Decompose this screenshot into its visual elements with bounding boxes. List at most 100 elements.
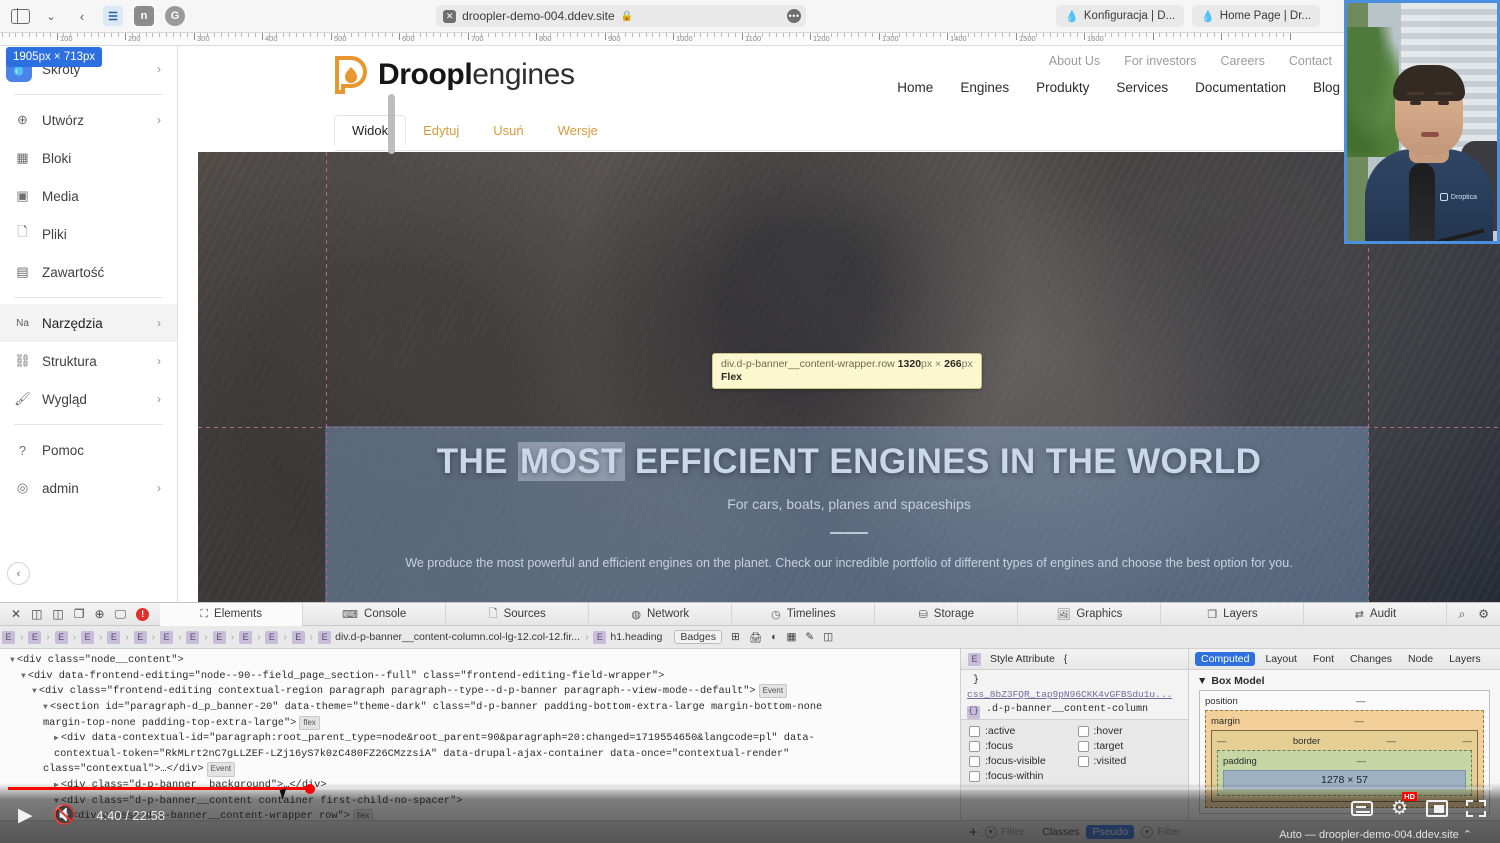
dom-node[interactable]: ▼ <div data-frontend-editing="node--90--f… <box>4 669 960 685</box>
captions-icon[interactable] <box>1350 801 1373 816</box>
chevron-down-icon[interactable]: ⌄ <box>40 7 62 25</box>
breadcrumb-current-div[interactable]: div.d-p-banner__content-column.col-lg-12… <box>335 631 580 643</box>
dom-node[interactable]: ▼ <div class="node__content"> <box>4 653 960 669</box>
utility-nav-item[interactable]: About Us <box>1049 54 1100 68</box>
layout-icon[interactable]: ⊞ <box>731 631 740 643</box>
tab-storage[interactable]: ⛁ Storage <box>875 602 1019 626</box>
checkbox-icon[interactable] <box>969 755 980 767</box>
tab-layers[interactable]: ❐ Layers <box>1161 602 1305 626</box>
tab-elements[interactable]: ⛶ Elements <box>160 602 304 626</box>
pencil-icon[interactable]: ✎ <box>805 631 814 643</box>
back-arrow-icon[interactable]: ‹ <box>71 7 93 25</box>
dock-left-icon[interactable]: ◫ <box>31 607 42 621</box>
disclosure-closed-icon[interactable]: ▶ <box>54 734 59 743</box>
sidebar-collapse-button[interactable]: ‹ <box>7 562 30 585</box>
event-badge[interactable]: Event <box>206 762 236 777</box>
reader-mode-icon[interactable]: ☰ <box>102 6 124 26</box>
checkbox-icon[interactable] <box>1077 725 1089 737</box>
sidebar-item-utworz[interactable]: ⊕ Utwórz › <box>0 101 177 139</box>
tab-font[interactable]: Font <box>1307 652 1340 666</box>
site-logo[interactable]: Drooplengines <box>334 56 575 94</box>
breadcrumb-node-icon[interactable]: E <box>133 630 147 644</box>
extension-2-icon[interactable]: G <box>164 6 186 26</box>
sidebar-item-pliki[interactable]: 🗋 Pliki <box>0 215 177 253</box>
breadcrumb-node-icon[interactable]: E <box>239 630 253 644</box>
sidebar-item-pomoc[interactable]: ? Pomoc <box>0 431 177 469</box>
utility-nav-item[interactable]: Contact <box>1289 54 1332 68</box>
disclosure-open-icon[interactable]: ▼ <box>43 703 48 712</box>
disclosure-open-icon[interactable]: ▼ <box>32 687 37 696</box>
checkbox-icon[interactable] <box>969 740 980 752</box>
tab-wersje[interactable]: Wersje <box>541 116 615 145</box>
breadcrumb-node-icon[interactable]: E <box>265 630 279 644</box>
error-badge[interactable]: ! <box>136 607 150 621</box>
pseudo-active[interactable]: :active <box>969 725 1072 737</box>
pseudo-visited[interactable]: :visited <box>1077 755 1181 767</box>
tab-sources[interactable]: 🗋 Sources <box>446 602 590 626</box>
tab-network[interactable]: ◍ Network <box>589 602 733 626</box>
tab-computed[interactable]: Computed <box>1195 652 1256 666</box>
checkbox-icon[interactable] <box>969 725 980 737</box>
breadcrumb-node-icon[interactable]: E <box>54 630 68 644</box>
grid-icon[interactable]: ▦ <box>787 631 797 643</box>
dom-node[interactable]: contextual-token="RkMLrt2nC7gLLZEF-LZj16… <box>4 747 960 763</box>
browser-tab[interactable]: 💧 Konfiguracja | D... <box>1056 5 1185 27</box>
panel-icon[interactable]: ◫ <box>823 631 833 643</box>
disclosure-open-icon[interactable]: ▼ <box>10 656 15 665</box>
checkbox-icon[interactable] <box>1077 740 1089 752</box>
tab-timelines[interactable]: ◷ Timelines <box>732 602 876 626</box>
checkbox-icon[interactable] <box>1077 755 1089 767</box>
tab-edytuj[interactable]: Edytuj <box>406 116 476 145</box>
nav-item-home[interactable]: Home <box>897 80 933 95</box>
sidebar-toggle-icon[interactable] <box>9 7 31 25</box>
sidebar-item-narzedzia[interactable]: Na Narzędzia › <box>0 304 177 342</box>
pseudo-focus-within[interactable]: :focus-within <box>969 770 1072 782</box>
tab-graphics[interactable]: 🖼 Graphics <box>1018 602 1162 626</box>
breadcrumb-node-icon[interactable]: E <box>212 630 226 644</box>
utility-nav-item[interactable]: For investors <box>1124 54 1196 68</box>
dom-node[interactable]: margin-top-none padding-top-extra-large"… <box>4 715 960 732</box>
dom-node[interactable]: class="contextual">…</div> Event <box>4 762 960 778</box>
fullscreen-icon[interactable] <box>1466 800 1486 817</box>
dock-undock-icon[interactable]: ❐ <box>74 607 85 621</box>
tab-console[interactable]: ⌨ Console <box>303 602 447 626</box>
gear-icon[interactable]: ⚙ HD <box>1391 792 1417 820</box>
css-source-link[interactable]: css_8bZ3FQR_tap9pN96CKK4vGFBSdu1u... <box>967 688 1182 702</box>
close-icon[interactable]: ✕ <box>11 607 21 621</box>
checkbox-icon[interactable] <box>969 770 980 782</box>
nav-item-blog[interactable]: Blog <box>1313 80 1340 95</box>
tab-usun[interactable]: Usuń <box>476 116 540 145</box>
sidebar-item-admin[interactable]: ◎ admin › <box>0 469 177 507</box>
dom-node[interactable]: ▼ <div class="frontend-editing contextual… <box>4 684 960 700</box>
breadcrumb-node-icon[interactable]: E <box>28 630 42 644</box>
rule-toggle-icon[interactable]: {} <box>967 705 980 719</box>
dock-right-icon[interactable]: ◫ <box>52 607 63 621</box>
browser-tab[interactable]: 💧 Home Page | Dr... <box>1192 5 1320 27</box>
disclosure-triangle-icon[interactable]: ▼ <box>1197 675 1207 687</box>
badges-button[interactable]: Badges <box>674 630 722 644</box>
device-icon[interactable]: 🖵 <box>115 607 127 622</box>
event-badge[interactable]: Event <box>758 684 788 699</box>
sidebar-item-struktura[interactable]: ⛓ Struktura › <box>0 342 177 380</box>
nav-item-services[interactable]: Services <box>1116 80 1168 95</box>
utility-nav-item[interactable]: Careers <box>1220 54 1264 68</box>
picture-in-picture-icon[interactable] <box>1426 800 1448 817</box>
contrast-icon[interactable]: ◐ <box>771 631 777 643</box>
muted-volume-icon[interactable]: 🔇 <box>53 803 77 827</box>
inspect-icon[interactable]: ⊕ <box>95 607 105 621</box>
more-icon[interactable]: ••• <box>787 9 802 23</box>
progress-bar-track[interactable] <box>8 784 1492 794</box>
tab-widok[interactable]: Widok <box>334 115 407 145</box>
search-icon[interactable]: ⌕ <box>1459 607 1466 622</box>
player-source-label[interactable]: Auto — droopler-demo-004.ddev.site ⌃ <box>1279 828 1472 842</box>
breadcrumb-node-icon[interactable]: E <box>107 630 121 644</box>
box-model-title-row[interactable]: ▼ Box Model <box>1189 670 1500 690</box>
tab-layout[interactable]: Layout <box>1259 652 1303 666</box>
nav-item-engines[interactable]: Engines <box>960 80 1009 95</box>
pseudo-hover[interactable]: :hover <box>1077 725 1181 737</box>
breadcrumb-node-icon[interactable]: E <box>186 630 200 644</box>
extension-icon[interactable]: n <box>133 6 155 26</box>
disclosure-open-icon[interactable]: ▼ <box>21 672 26 681</box>
tab-node[interactable]: Node <box>1402 652 1439 666</box>
tab-audit[interactable]: ⇄ Audit <box>1304 602 1448 626</box>
